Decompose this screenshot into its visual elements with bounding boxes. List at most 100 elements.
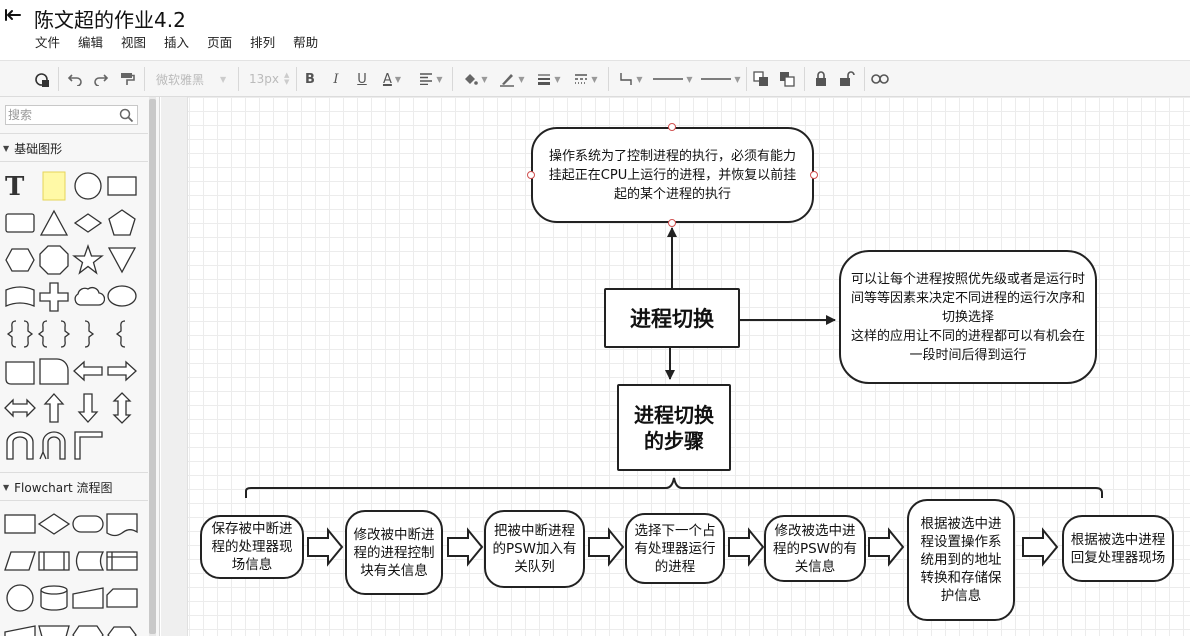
down-arrow-shape[interactable] (71, 391, 105, 425)
wave-shape[interactable] (3, 280, 37, 314)
cloud-shape[interactable] (71, 280, 105, 314)
menu-help[interactable]: 帮助 (284, 34, 327, 52)
triangle-shape[interactable] (37, 206, 71, 240)
block-arrow-5[interactable] (868, 527, 905, 567)
right-note-node[interactable]: 可以让每个进程按照优先级或者是运行时间等等因素来决定不同进程的运行次序和切换选择… (839, 250, 1097, 384)
font-color-button[interactable]: A ▼ (376, 61, 408, 97)
data-shape[interactable] (3, 544, 37, 578)
font-family-select[interactable]: 微软雅黑 ▼ (150, 61, 234, 97)
octagon-shape[interactable] (37, 243, 71, 277)
menu-file[interactable]: 文件 (26, 34, 69, 52)
vertical-double-arrow-shape[interactable] (105, 391, 139, 425)
cross-shape[interactable] (37, 280, 71, 314)
trapezoid-shape[interactable] (3, 618, 37, 636)
left-brace-shape[interactable] (3, 317, 37, 351)
selection-handle[interactable] (527, 171, 535, 179)
database-shape[interactable] (37, 581, 71, 615)
predefined-process-shape[interactable] (37, 544, 71, 578)
undo-icon[interactable] (64, 61, 86, 97)
process-shape[interactable] (3, 507, 37, 541)
style-format-icon[interactable] (30, 61, 56, 97)
selection-handle[interactable] (668, 123, 676, 131)
block-arrow-6[interactable] (1022, 527, 1059, 567)
menu-arrange[interactable]: 排列 (241, 34, 284, 52)
steps-brace[interactable] (245, 477, 1103, 498)
menu-insert[interactable]: 插入 (155, 34, 198, 52)
underline-button[interactable]: U (352, 61, 372, 97)
manual-input-shape[interactable] (71, 581, 105, 615)
star-shape[interactable] (71, 243, 105, 277)
menu-view[interactable]: 视图 (112, 34, 155, 52)
tape-shape[interactable] (3, 354, 37, 388)
dash-style-button[interactable]: ▼ (568, 61, 604, 97)
top-note-node[interactable]: 操作系统为了控制进程的执行，必须有能力挂起正在CPU上运行的进程，并恢复以前挂起… (531, 127, 814, 223)
search-icon[interactable] (119, 108, 134, 123)
menu-edit[interactable]: 编辑 (69, 34, 112, 52)
small-brace-shape[interactable] (105, 317, 139, 351)
step-node-6[interactable]: 根据被选中进程设置操作系统用到的地址转换和存储保护信息 (907, 499, 1015, 621)
font-size-stepper[interactable]: 13px ▲ ▼ (244, 61, 292, 97)
fill-color-button[interactable]: ▼ (458, 61, 492, 97)
section-basic-shapes[interactable]: ▼ 基础图形 (0, 137, 148, 159)
center-title-node[interactable]: 进程切换 (604, 288, 740, 348)
bracket-pair-shape[interactable] (37, 317, 71, 351)
diagram-canvas[interactable]: 操作系统为了控制进程的执行，必须有能力挂起正在CPU上运行的进程，并恢复以前挂起… (161, 97, 1190, 636)
preparation-shape[interactable] (71, 618, 105, 636)
right-arrow-shape[interactable] (105, 354, 139, 388)
format-painter-icon[interactable] (116, 61, 138, 97)
menu-page[interactable]: 页面 (198, 34, 241, 52)
connector-shape[interactable] (3, 581, 37, 615)
selection-handle[interactable] (668, 219, 676, 227)
corner-shape[interactable] (71, 428, 105, 462)
text-shape[interactable]: T (3, 169, 37, 203)
document-title[interactable]: 陈文超的作业4.2 (34, 4, 186, 33)
block-arrow-3[interactable] (588, 527, 625, 567)
step-node-4[interactable]: 选择下一个占有处理器运行的进程 (625, 513, 725, 584)
italic-button[interactable]: I (326, 61, 346, 97)
back-arrow-icon[interactable] (2, 2, 24, 26)
bring-to-front-icon[interactable] (750, 61, 772, 97)
document-shape[interactable] (105, 507, 139, 541)
terminator-shape[interactable] (71, 507, 105, 541)
line-color-button[interactable]: ▼ (494, 61, 530, 97)
line-width-button[interactable]: ▼ (532, 61, 566, 97)
align-button[interactable]: ▼ (414, 61, 448, 97)
double-arrow-shape[interactable] (3, 391, 37, 425)
step-node-3[interactable]: 把被中断进程的PSW加入有关队列 (484, 510, 585, 588)
up-arrow-shape[interactable] (37, 391, 71, 425)
circle-shape[interactable] (71, 169, 105, 203)
u-turn-arrow-shape[interactable] (3, 428, 37, 462)
rectangle-shape[interactable] (105, 169, 139, 203)
block-arrow-2[interactable] (447, 527, 484, 567)
block-arrow-1[interactable] (307, 527, 344, 567)
note-shape[interactable] (37, 169, 71, 203)
step-node-7[interactable]: 根据被选中进程回复处理器现场 (1062, 515, 1174, 582)
card-shape[interactable] (105, 581, 139, 615)
pentagon-shape[interactable] (105, 206, 139, 240)
step-node-1[interactable]: 保存被中断进程的处理器现场信息 (200, 515, 304, 579)
hex-preparation-shape[interactable] (105, 618, 139, 636)
selection-handle[interactable] (810, 171, 818, 179)
sidebar-scrollbar[interactable] (149, 99, 156, 634)
search-input[interactable] (8, 107, 116, 123)
internal-storage-shape[interactable] (105, 544, 139, 578)
line-end-button[interactable]: ▼ (698, 61, 744, 97)
rounded-rect-shape[interactable] (3, 206, 37, 240)
decision-shape[interactable] (37, 507, 71, 541)
left-arrow-shape[interactable] (71, 354, 105, 388)
step-node-5[interactable]: 修改被选中进程的PSW的有关信息 (764, 515, 866, 582)
block-arrow-4[interactable] (728, 527, 765, 567)
send-to-back-icon[interactable] (776, 61, 798, 97)
hexagon-shape[interactable] (3, 243, 37, 277)
link-icon[interactable] (868, 61, 892, 97)
redo-icon[interactable] (90, 61, 112, 97)
inverted-triangle-shape[interactable] (105, 243, 139, 277)
section-flowchart-shapes[interactable]: ▼ Flowchart 流程图 (0, 476, 148, 498)
steps-title-node[interactable]: 进程切换的步骤 (617, 384, 731, 471)
manual-operation-shape[interactable] (37, 618, 71, 636)
u-turn-arrow-2-shape[interactable] (37, 428, 71, 462)
connector-style-button[interactable]: ▼ (614, 61, 648, 97)
bold-button[interactable]: B (300, 61, 320, 97)
stored-data-shape[interactable] (71, 544, 105, 578)
line-start-button[interactable]: ▼ (650, 61, 696, 97)
